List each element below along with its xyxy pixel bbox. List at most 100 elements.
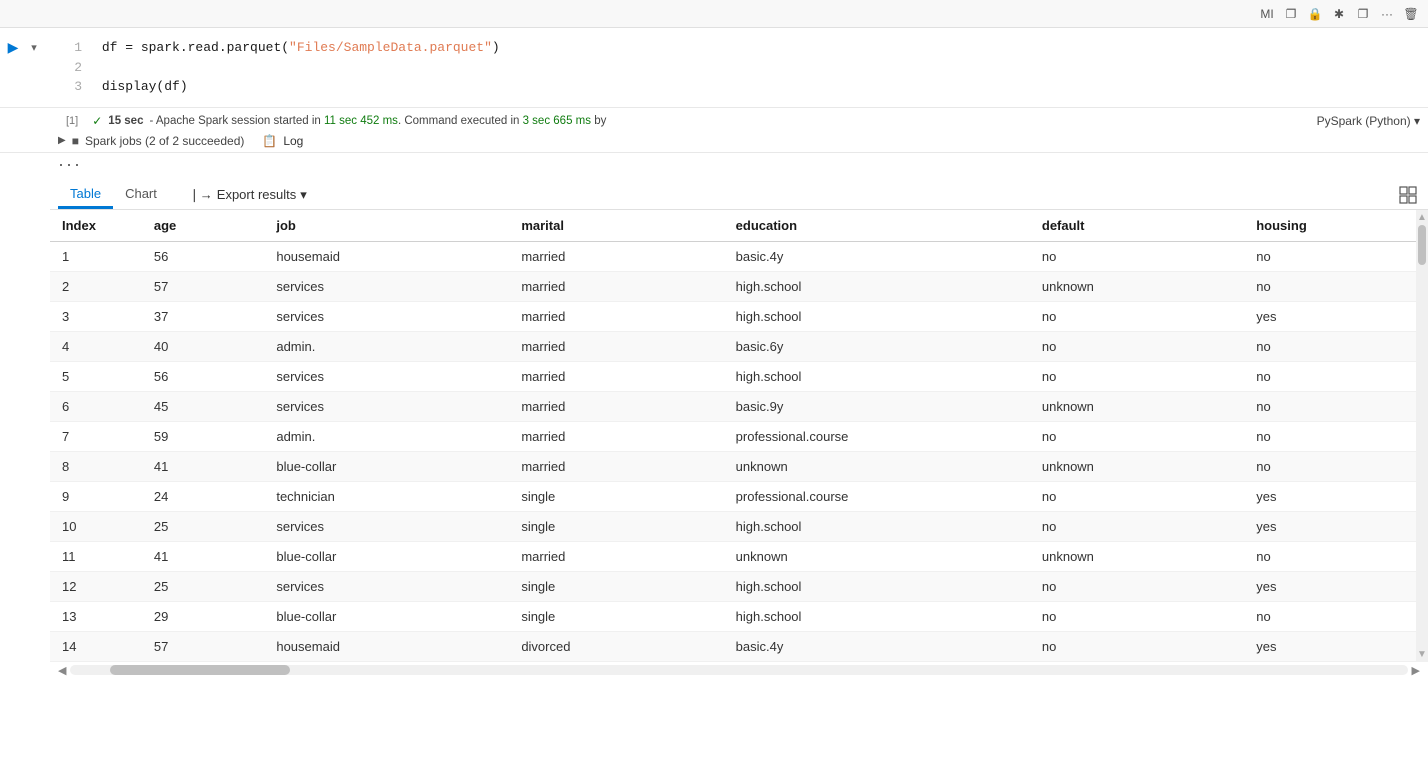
cell-r2-c2: services [264, 271, 509, 301]
code-line-3: display(df) [102, 79, 188, 94]
col-header-default: default [1030, 210, 1244, 242]
cell-r14-c1: 57 [142, 631, 264, 661]
cell-r9-c2: technician [264, 481, 509, 511]
cell-r9-c3: single [509, 481, 723, 511]
cell-r1-c0: 1 [50, 241, 142, 271]
code-editor[interactable]: 1 df = spark.read.parquet("Files/SampleD… [50, 32, 1428, 103]
cell-r10-c3: single [509, 511, 723, 541]
collapse-button[interactable]: ▾ [26, 39, 42, 55]
cell-r2-c6: no [1244, 271, 1428, 301]
cell-r12-c0: 12 [50, 571, 142, 601]
asterisk-icon[interactable]: ✱ [1330, 5, 1348, 23]
cell-r9-c1: 24 [142, 481, 264, 511]
export-results-button[interactable]: ❘→ Export results ▾ [181, 182, 315, 208]
cell-r14-c0: 14 [50, 631, 142, 661]
cell-r10-c6: yes [1244, 511, 1428, 541]
cell-r5-c1: 56 [142, 361, 264, 391]
status-time: 15 sec [108, 115, 143, 127]
cell-r3-c2: services [264, 301, 509, 331]
cell-r10-c0: 10 [50, 511, 142, 541]
cell-r14-c3: divorced [509, 631, 723, 661]
cell-r1-c4: basic.4y [724, 241, 1030, 271]
cell-r12-c1: 25 [142, 571, 264, 601]
table-row: 1225servicessinglehigh.schoolnoyes [50, 571, 1428, 601]
chat-icon[interactable]: ❐ [1354, 5, 1372, 23]
horizontal-scrollbar-container: ◀ ▶ [50, 662, 1428, 679]
top-toolbar: MI ❐ 🔒 ✱ ❐ ··· 🗑 [0, 0, 1428, 28]
cell-r11-c6: no [1244, 541, 1428, 571]
cell-r6-c5: unknown [1030, 391, 1244, 421]
export-chevron-icon: ▾ [300, 187, 307, 203]
trash-icon[interactable]: 🗑 [1402, 5, 1420, 23]
cell-r6-c1: 45 [142, 391, 264, 421]
tab-chart[interactable]: Chart [113, 181, 169, 209]
cell-r7-c6: no [1244, 421, 1428, 451]
output-area: [1] ✓ 15 sec - Apache Spark session star… [0, 108, 1428, 152]
scroll-right-icon[interactable]: ▶ [1412, 664, 1420, 677]
cell-r1-c2: housemaid [264, 241, 509, 271]
cell-r11-c5: unknown [1030, 541, 1244, 571]
cell-r14-c6: yes [1244, 631, 1428, 661]
cell-r5-c3: married [509, 361, 723, 391]
output-toolbar: ··· [50, 153, 1428, 175]
log-link[interactable]: Log [283, 134, 303, 148]
vertical-scrollbar[interactable]: ▲ ▼ [1416, 210, 1428, 662]
cell-r13-c6: no [1244, 601, 1428, 631]
table-header-row: Index age job marital education default … [50, 210, 1428, 242]
table-row: 759admin.marriedprofessional.coursenono [50, 421, 1428, 451]
cell-r10-c4: high.school [724, 511, 1030, 541]
cell-r6-c4: basic.9y [724, 391, 1030, 421]
cell-r9-c4: professional.course [724, 481, 1030, 511]
cell-r2-c3: married [509, 271, 723, 301]
cell-r12-c2: services [264, 571, 509, 601]
cell-r5-c5: no [1030, 361, 1244, 391]
mi-icon[interactable]: MI [1258, 5, 1276, 23]
cell-r13-c1: 29 [142, 601, 264, 631]
cell-r8-c2: blue-collar [264, 451, 509, 481]
table-row: 924techniciansingleprofessional.courseno… [50, 481, 1428, 511]
table-row: 841blue-collarmarriedunknownunknownno [50, 451, 1428, 481]
cell-r10-c2: services [264, 511, 509, 541]
cell-r11-c2: blue-collar [264, 541, 509, 571]
scroll-left-icon[interactable]: ◀ [58, 664, 66, 677]
cell-r7-c4: professional.course [724, 421, 1030, 451]
log-icon: 📋 [262, 134, 277, 148]
output-dots-menu[interactable]: ··· [58, 155, 82, 173]
cell-r1-c5: no [1030, 241, 1244, 271]
scrollbar-h-thumb[interactable] [110, 665, 290, 675]
lock-icon[interactable]: 🔒 [1306, 5, 1324, 23]
horizontal-scrollbar[interactable] [70, 665, 1407, 675]
scrollbar-thumb[interactable] [1418, 225, 1426, 265]
col-header-index: Index [50, 210, 142, 242]
cell-r6-c2: services [264, 391, 509, 421]
cell-r13-c5: no [1030, 601, 1244, 631]
spark-jobs-expand[interactable]: ▶ [58, 135, 66, 146]
cell-r4-c5: no [1030, 331, 1244, 361]
tab-bar: Table Chart ❘→ Export results ▾ [50, 175, 1428, 210]
expand-icon[interactable]: ❐ [1282, 5, 1300, 23]
spark-jobs-label[interactable]: Spark jobs (2 of 2 succeeded) [85, 134, 244, 148]
cell-r14-c5: no [1030, 631, 1244, 661]
cell-r7-c3: married [509, 421, 723, 451]
cell-r4-c1: 40 [142, 331, 264, 361]
cell-r3-c5: no [1030, 301, 1244, 331]
status-row: [1] ✓ 15 sec - Apache Spark session star… [50, 110, 614, 132]
cell-r7-c0: 7 [50, 421, 142, 451]
cell-r10-c1: 25 [142, 511, 264, 541]
cell-r13-c3: single [509, 601, 723, 631]
table-row: 156housemaidmarriedbasic.4ynono [50, 241, 1428, 271]
run-button[interactable]: ▶ [4, 38, 22, 56]
export-label: Export results [217, 187, 296, 202]
cell-r11-c1: 41 [142, 541, 264, 571]
tab-table[interactable]: Table [58, 181, 113, 209]
col-header-job: job [264, 210, 509, 242]
more-icon[interactable]: ··· [1378, 5, 1396, 23]
cell-r8-c0: 8 [50, 451, 142, 481]
pyspark-label[interactable]: PySpark (Python) ▾ [1317, 114, 1420, 128]
table-settings-icon[interactable] [1396, 183, 1420, 207]
cell-r3-c6: yes [1244, 301, 1428, 331]
spark-icon: ■ [72, 134, 79, 148]
cell-r13-c2: blue-collar [264, 601, 509, 631]
cell-r3-c1: 37 [142, 301, 264, 331]
cell-r8-c1: 41 [142, 451, 264, 481]
